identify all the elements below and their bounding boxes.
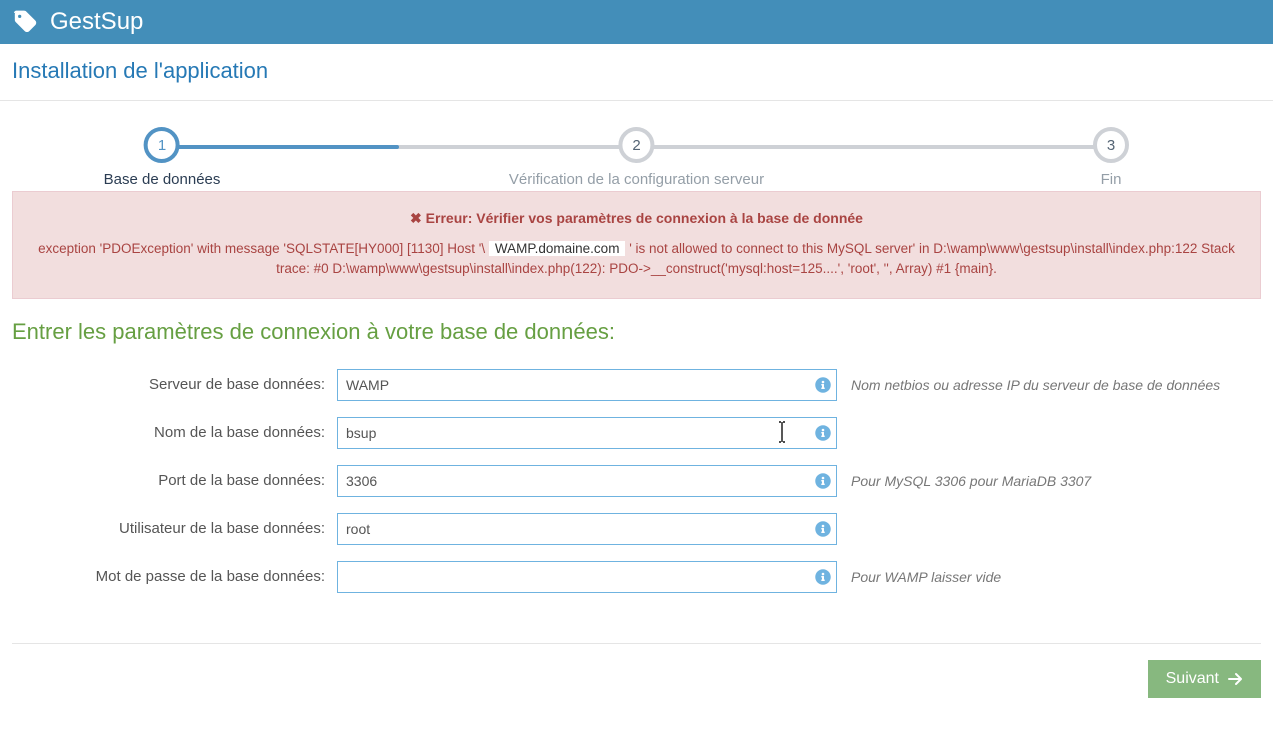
error-alert-title-text: Erreur: Vérifier vos paramètres de conne… xyxy=(426,210,863,226)
error-alert-domain: WAMP.domaine.com xyxy=(489,241,626,256)
row-user: Utilisateur de la base données: xyxy=(12,513,1261,545)
row-server: Serveur de base données: Nom netbios ou … xyxy=(12,369,1261,401)
port-input[interactable] xyxy=(337,465,837,497)
wizard-step-3-label: Fin xyxy=(1093,171,1129,188)
form-section-title: Entrer les paramètres de connexion à vot… xyxy=(12,319,1261,345)
wizard-step-1-label: Base de données xyxy=(104,171,221,188)
wizard-step-1[interactable]: 1 Base de données xyxy=(104,127,221,188)
app-title: GestSup xyxy=(50,8,143,36)
wizard-step-2[interactable]: 2 Vérification de la configuration serve… xyxy=(509,127,764,188)
row-dbname: Nom de la base données: xyxy=(12,417,1261,449)
page-title: Installation de l'application xyxy=(0,44,1273,101)
label-password: Mot de passe de la base données: xyxy=(12,568,337,585)
next-button-label: Suivant xyxy=(1166,670,1219,688)
next-button[interactable]: Suivant xyxy=(1148,660,1261,698)
arrow-right-icon xyxy=(1227,671,1243,687)
error-alert: ✖ Erreur: Vérifier vos paramètres de con… xyxy=(12,191,1261,299)
user-input[interactable] xyxy=(337,513,837,545)
wizard-step-2-number: 2 xyxy=(618,127,654,163)
wizard-step-1-number: 1 xyxy=(144,127,180,163)
label-port: Port de la base données: xyxy=(12,472,337,489)
error-alert-body: exception 'PDOException' with message 'S… xyxy=(33,239,1240,280)
help-password: Pour WAMP laisser vide xyxy=(851,569,1001,585)
row-port: Port de la base données: Pour MySQL 3306… xyxy=(12,465,1261,497)
close-x-icon: ✖ xyxy=(410,210,422,226)
wizard-step-3[interactable]: 3 Fin xyxy=(1093,127,1129,188)
label-server: Serveur de base données: xyxy=(12,376,337,393)
dbname-input[interactable] xyxy=(337,417,837,449)
tag-icon xyxy=(14,9,40,35)
help-server: Nom netbios ou adresse IP du serveur de … xyxy=(851,377,1220,393)
error-alert-pre: exception 'PDOException' with message 'S… xyxy=(38,241,485,256)
wizard-step-2-label: Vérification de la configuration serveur xyxy=(509,171,764,188)
server-input[interactable] xyxy=(337,369,837,401)
footer: Suivant xyxy=(12,643,1261,718)
error-alert-title: ✖ Erreur: Vérifier vos paramètres de con… xyxy=(33,208,1240,229)
label-user: Utilisateur de la base données: xyxy=(12,520,337,537)
wizard: 1 Base de données 2 Vérification de la c… xyxy=(12,127,1261,171)
navbar: GestSup xyxy=(0,0,1273,44)
row-password: Mot de passe de la base données: Pour WA… xyxy=(12,561,1261,593)
wizard-step-3-number: 3 xyxy=(1093,127,1129,163)
db-form: Serveur de base données: Nom netbios ou … xyxy=(12,369,1261,593)
help-port: Pour MySQL 3306 pour MariaDB 3307 xyxy=(851,473,1091,489)
label-dbname: Nom de la base données: xyxy=(12,424,337,441)
password-input[interactable] xyxy=(337,561,837,593)
